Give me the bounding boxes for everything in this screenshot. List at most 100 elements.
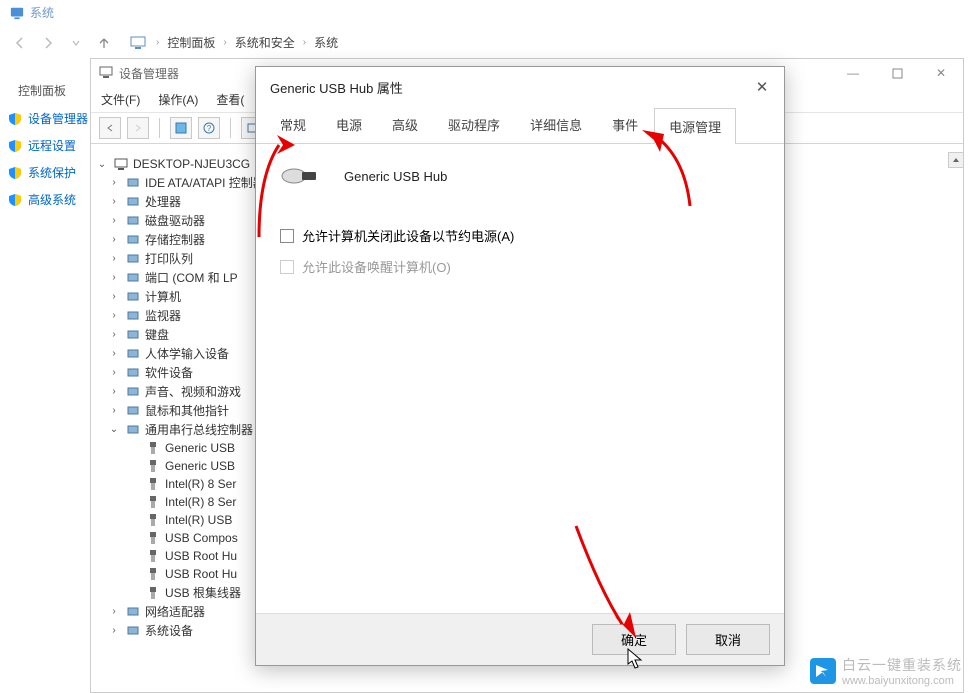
sidebar-link-device-manager[interactable]: 设备管理器 [8,110,88,127]
checkbox-label: 允许计算机关闭此设备以节约电源(A) [302,226,514,245]
expand-icon[interactable]: › [107,253,121,264]
control-panel-sidebar: 设备管理器 远程设置 系统保护 高级系统 [8,110,88,208]
menu-file[interactable]: 文件(F) [101,91,140,108]
sidebar-link-remote[interactable]: 远程设置 [8,137,88,154]
menu-action[interactable]: 操作(A) [158,91,198,108]
breadcrumb-item[interactable]: 控制面板 [167,34,215,51]
tree-category-label: 端口 (COM 和 LP [145,269,238,286]
collapse-icon[interactable]: ⌄ [107,424,121,435]
dialog-footer: 确定 取消 [256,613,784,665]
cancel-button[interactable]: 取消 [686,624,770,655]
tree-category-label: 软件设备 [145,364,193,381]
usb-device-icon [145,494,161,510]
forward-button[interactable] [38,33,58,53]
tab-details[interactable]: 详细信息 [516,107,596,143]
close-button[interactable]: ✕ [919,59,963,87]
breadcrumb-item[interactable]: 系统 [314,34,338,51]
expand-icon[interactable]: › [107,310,121,321]
tree-device-label: Intel(R) USB [165,513,232,527]
maximize-button[interactable] [875,59,919,87]
expand-icon[interactable]: › [107,215,121,226]
usb-device-icon [145,566,161,582]
expand-icon[interactable]: › [107,234,121,245]
tab-power[interactable]: 电源 [322,107,376,143]
tree-category-label: 打印队列 [145,250,193,267]
nav-bar: › 控制面板 › 系统和安全 › 系统 [0,25,968,61]
toolbar-back[interactable] [99,117,121,139]
pc-icon [130,35,148,51]
sidebar-link-label: 系统保护 [28,164,76,181]
usb-device-icon [145,512,161,528]
tab-power-management[interactable]: 电源管理 [654,108,736,144]
toolbar-properties[interactable] [170,117,192,139]
expand-icon[interactable]: › [107,386,121,397]
expand-icon[interactable]: › [107,291,121,302]
breadcrumb-item[interactable]: 系统和安全 [235,34,295,51]
tab-driver[interactable]: 驱动程序 [434,107,514,143]
toolbar-forward[interactable] [127,117,149,139]
shield-icon [8,112,22,126]
toolbar-sep [159,118,160,138]
usb-device-icon [145,458,161,474]
expand-icon[interactable]: › [107,625,121,636]
properties-dialog: Generic USB Hub 属性 ✕ 常规 电源 高级 驱动程序 详细信息 … [255,66,785,666]
breadcrumb[interactable]: › 控制面板 › 系统和安全 › 系统 [122,31,958,54]
scrollbar-up[interactable] [948,152,964,168]
sidebar-link-advanced[interactable]: 高级系统 [8,191,88,208]
expand-icon[interactable]: › [107,367,121,378]
usb-device-icon [145,548,161,564]
computer-icon [113,156,129,172]
tab-events[interactable]: 事件 [598,107,652,143]
sidebar-link-protection[interactable]: 系统保护 [8,164,88,181]
expand-icon[interactable]: › [107,329,121,340]
checkbox-icon[interactable] [280,229,294,243]
device-category-icon [125,213,141,229]
sidebar-link-label: 高级系统 [28,191,76,208]
ok-button[interactable]: 确定 [592,624,676,655]
expand-icon[interactable]: › [107,177,121,188]
tree-category-label: 处理器 [145,193,181,210]
dialog-titlebar: Generic USB Hub 属性 ✕ [256,67,784,107]
system-window-title: 系统 [0,0,968,25]
close-icon[interactable]: ✕ [750,75,774,99]
device-category-icon [125,623,141,639]
minimize-button[interactable]: — [831,59,875,87]
recent-dropdown[interactable] [66,33,86,53]
watermark: 白云一键重装系统 www.baiyunxitong.com [810,655,962,687]
chevron-right-icon: › [223,37,226,48]
tab-general[interactable]: 常规 [266,107,320,143]
usb-device-icon [145,476,161,492]
tree-category-label: 通用串行总线控制器 [145,421,253,438]
tree-root-label: DESKTOP-NJEU3CG [133,157,250,171]
menu-view[interactable]: 查看( [216,91,244,108]
tree-device-label: Intel(R) 8 Ser [165,477,236,491]
device-name-label: Generic USB Hub [344,169,447,184]
tree-category-label: 人体学输入设备 [145,345,229,362]
control-panel-label: 控制面板 [18,82,66,99]
device-category-icon [125,422,141,438]
tree-category-label: 鼠标和其他指针 [145,402,229,419]
checkbox-allow-off[interactable]: 允许计算机关闭此设备以节约电源(A) [280,226,760,245]
expand-icon[interactable]: › [107,272,121,283]
nav-arrows [10,33,114,53]
expand-icon[interactable]: › [107,196,121,207]
dialog-body: Generic USB Hub 允许计算机关闭此设备以节约电源(A) 允许此设备… [256,144,784,306]
svg-text:?: ? [207,124,212,133]
tree-device-label: Generic USB [165,459,235,473]
expand-icon[interactable]: › [107,348,121,359]
device-category-icon [125,251,141,267]
tree-category-label: 监视器 [145,307,181,324]
dialog-title-text: Generic USB Hub 属性 [270,78,403,97]
device-category-icon [125,175,141,191]
tree-category-label: 系统设备 [145,622,193,639]
collapse-icon[interactable]: ⌄ [95,159,109,170]
tab-advanced[interactable]: 高级 [378,107,432,143]
device-category-icon [125,365,141,381]
back-button[interactable] [10,33,30,53]
usb-device-icon [145,440,161,456]
expand-icon[interactable]: › [107,606,121,617]
toolbar-help[interactable]: ? [198,117,220,139]
expand-icon[interactable]: › [107,405,121,416]
usb-hub-icon [280,162,320,190]
up-button[interactable] [94,33,114,53]
